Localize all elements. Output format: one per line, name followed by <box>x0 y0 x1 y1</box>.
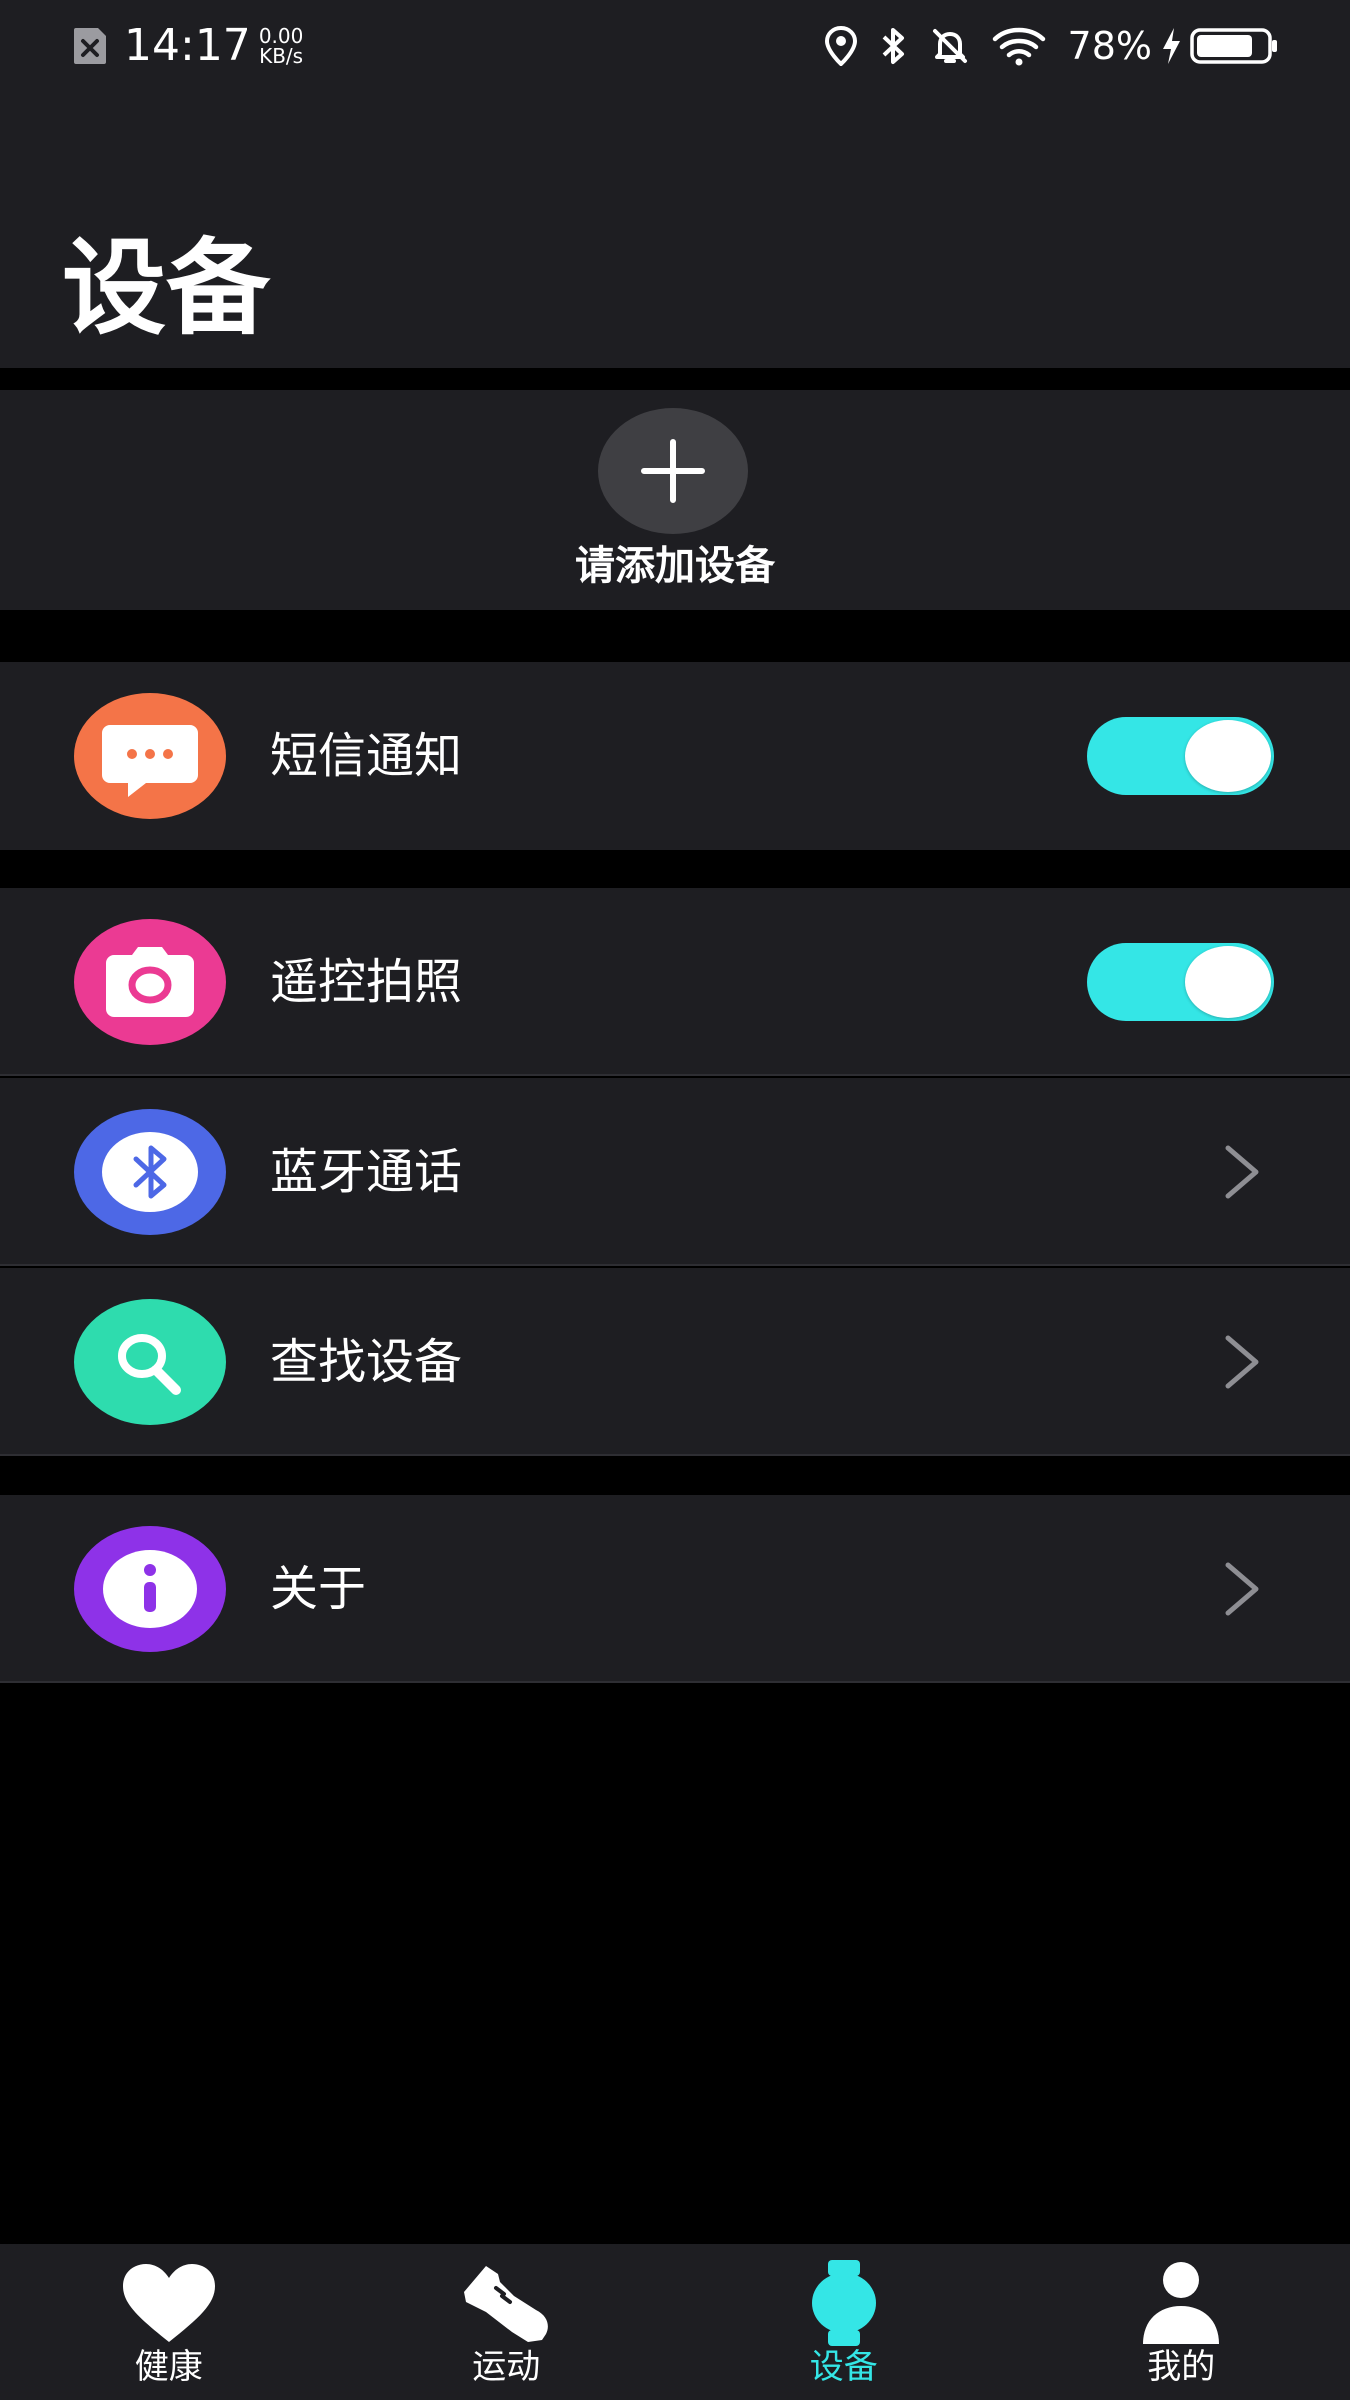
nav-label-sport: 运动 <box>472 2347 541 2387</box>
chevron-right-icon <box>1225 1335 1259 1389</box>
mute-bell-icon <box>932 29 967 63</box>
bluetooth-icon <box>882 28 904 64</box>
battery-percent: 78% <box>1067 24 1152 68</box>
location-icon <box>824 26 857 66</box>
nav-label-health: 健康 <box>134 2347 203 2387</box>
camera-icon <box>106 947 194 1017</box>
status-bar-left: 14:17 0.00 KB/s <box>70 18 303 74</box>
sms-notification-row: 短信通知 <box>0 662 1350 850</box>
search-icon <box>118 1334 181 1395</box>
network-speed-unit: KB/s <box>259 44 304 68</box>
toggle-knob <box>1185 720 1271 792</box>
heart-icon <box>122 2264 215 2342</box>
status-bar-right: 78% <box>824 18 1278 74</box>
nav-item-sport[interactable]: 运动 <box>338 2244 676 2400</box>
remote-camera-toggle[interactable] <box>1087 943 1274 1021</box>
search-icon-badge <box>74 1299 226 1425</box>
page-title: 设备 <box>62 227 271 349</box>
info-icon-badge <box>74 1526 226 1652</box>
nav-item-mine[interactable]: 我的 <box>1013 2244 1350 2400</box>
shoe-icon <box>464 2266 549 2342</box>
bluetooth-icon-badge <box>74 1109 226 1235</box>
about-label: 关于 <box>270 1561 367 1617</box>
plus-icon <box>641 439 705 503</box>
message-icon <box>102 725 198 797</box>
chevron-right-icon <box>1225 1562 1259 1616</box>
status-time: 14:17 <box>124 20 251 71</box>
bluetooth-call-label: 蓝牙通话 <box>270 1144 463 1200</box>
info-icon <box>103 1550 197 1628</box>
nav-item-device[interactable]: 设备 <box>675 2244 1013 2400</box>
sms-notification-label: 短信通知 <box>270 728 463 784</box>
nav-label-device: 设备 <box>809 2347 878 2387</box>
nav-label-mine: 我的 <box>1147 2347 1216 2387</box>
sms-icon-badge <box>74 693 226 819</box>
remote-camera-row: 遥控拍照 <box>0 888 1350 1076</box>
app-header: 14:17 0.00 KB/s 78% 设备 <box>0 0 1350 368</box>
chevron-right-icon <box>1225 1145 1259 1199</box>
about-row[interactable]: 关于 <box>0 1495 1350 1683</box>
bottom-navigation: 健康 运动 设备 我的 <box>0 2244 1350 2400</box>
network-speed: 0.00 KB/s <box>259 26 304 66</box>
remote-camera-label: 遥控拍照 <box>270 954 463 1010</box>
camera-icon-badge <box>74 919 226 1045</box>
find-device-label: 查找设备 <box>270 1334 463 1390</box>
find-device-row[interactable]: 查找设备 <box>0 1268 1350 1456</box>
watch-icon <box>811 2260 876 2346</box>
bluetooth-icon <box>102 1132 198 1212</box>
charging-icon <box>1163 28 1180 64</box>
network-speed-value: 0.00 <box>258 24 304 48</box>
battery-icon <box>1190 28 1277 64</box>
sms-notification-toggle[interactable] <box>1087 717 1274 795</box>
nav-item-health[interactable]: 健康 <box>0 2244 338 2400</box>
add-device-card: 请添加设备 <box>0 390 1350 610</box>
wifi-icon <box>992 27 1045 66</box>
status-bar: 14:17 0.00 KB/s 78% <box>0 0 1350 90</box>
bluetooth-call-row[interactable]: 蓝牙通话 <box>0 1078 1350 1266</box>
toggle-knob <box>1185 946 1271 1018</box>
sim-off-icon <box>74 28 106 64</box>
person-icon <box>1143 2262 1220 2344</box>
add-device-button[interactable] <box>598 408 748 534</box>
add-device-label[interactable]: 请添加设备 <box>0 538 1350 594</box>
